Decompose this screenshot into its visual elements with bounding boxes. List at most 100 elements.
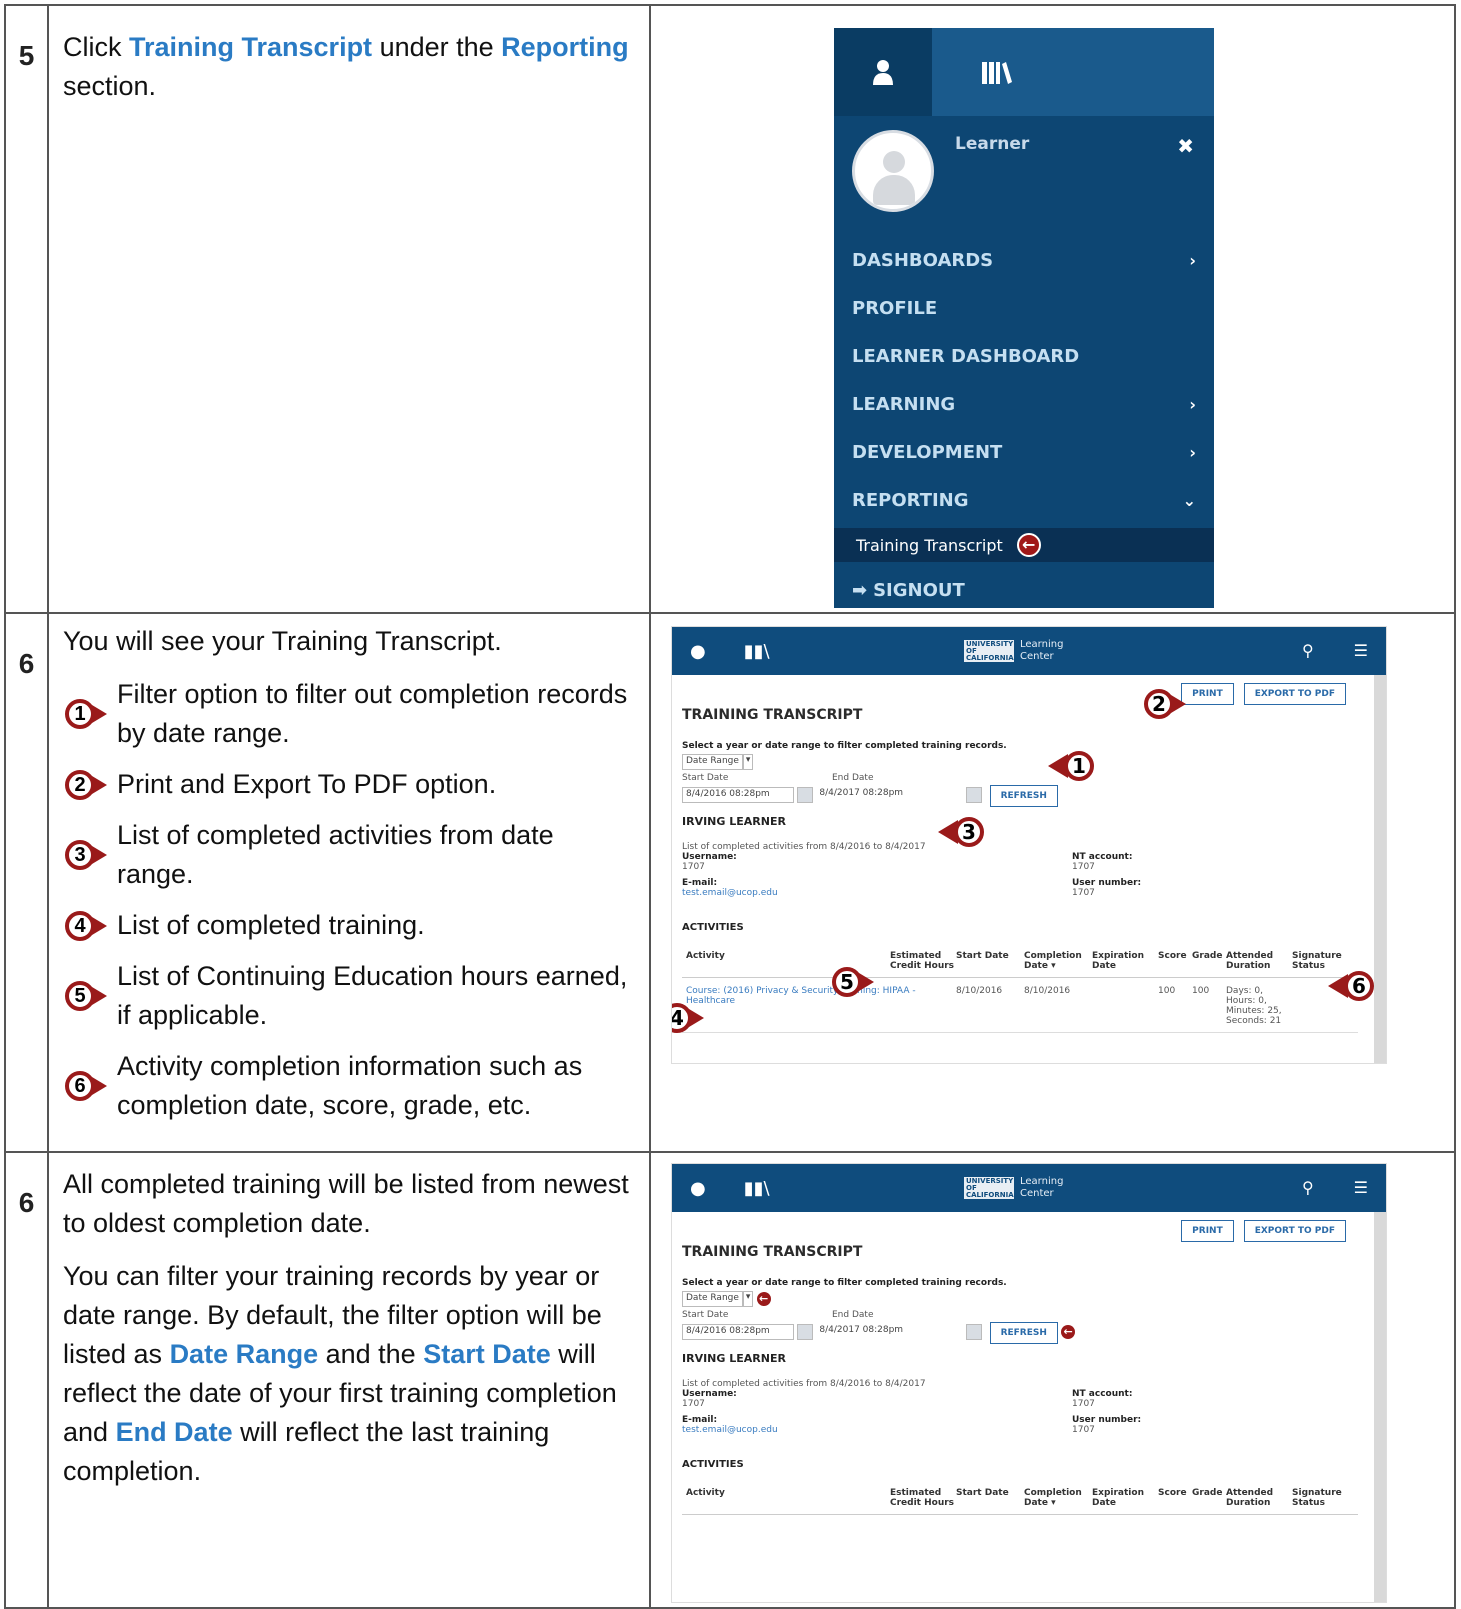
- transcript-page: ● ▮▮\ UNIVERSITY OF CALIFORNIA Learning Ce…: [671, 626, 1387, 1064]
- column-header: Grade: [1192, 951, 1223, 961]
- transcript-page: ● ▮▮\ UNIVERSITY OF CALIFORNIA Learning Ce…: [671, 1163, 1387, 1603]
- callout-3: 3 List of completed activities from date …: [63, 816, 635, 894]
- list-icon[interactable]: ☰: [1354, 641, 1368, 660]
- step-paragraph: You can filter your training records by …: [63, 1261, 617, 1486]
- activities-header: Activity Estimated Credit Hours Start Da…: [682, 1478, 1358, 1515]
- column-header[interactable]: Completion Date ▾: [1024, 1488, 1092, 1508]
- signout-icon: ➡: [852, 579, 868, 601]
- column-header: Start Date: [956, 1488, 1009, 1498]
- filter-select[interactable]: Date Range: [682, 1291, 743, 1307]
- callout-text: List of completed activities from date r…: [117, 820, 554, 889]
- email-link[interactable]: test.email@ucop.edu: [682, 888, 1072, 898]
- signout-link[interactable]: ➡ SIGNOUT: [834, 566, 1214, 614]
- callout-text: Print and Export To PDF option.: [117, 769, 497, 799]
- callout-marker: 6: [63, 1069, 109, 1103]
- end-date-highlight: End Date: [115, 1417, 233, 1447]
- side-menu: Learner ✖ DASHBOARDS › PROFILE LEARNER DA…: [834, 28, 1214, 608]
- callout-marker: 3: [63, 838, 109, 872]
- start-date-input[interactable]: 8/4/2016 08:28pm: [682, 787, 794, 803]
- calendar-icon[interactable]: [966, 787, 983, 803]
- profile-header: Learner ✖: [834, 116, 1214, 236]
- calendar-icon[interactable]: [797, 787, 814, 803]
- print-button[interactable]: PRINT: [1181, 1220, 1234, 1242]
- transcript-screenshot-2: ● ▮▮\ UNIVERSITY OF CALIFORNIA Learning Ce…: [649, 1151, 1456, 1609]
- callout-marker: 2: [1142, 687, 1188, 721]
- calendar-icon[interactable]: [966, 1324, 983, 1340]
- menu-item-profile[interactable]: PROFILE: [834, 284, 1214, 332]
- username-label: Username:: [682, 852, 737, 862]
- step-text: under the: [372, 32, 502, 62]
- step-text: section.: [63, 71, 157, 101]
- menu-item-dashboards[interactable]: DASHBOARDS ›: [834, 236, 1214, 284]
- menu-item-label: PROFILE: [852, 297, 938, 319]
- learner-label: Learner: [955, 134, 1030, 154]
- end-date-label: End Date: [832, 773, 874, 783]
- end-date-input[interactable]: 8/4/2017 08:28pm: [816, 787, 928, 803]
- arrow-left-icon: ←: [756, 1292, 771, 1306]
- print-button[interactable]: PRINT: [1181, 683, 1234, 705]
- menu-screenshot: Learner ✖ DASHBOARDS › PROFILE LEARNER DA…: [649, 4, 1456, 614]
- menu-subitem-training-transcript[interactable]: Training Transcript ←: [834, 528, 1214, 562]
- chevron-right-icon: ›: [1189, 394, 1196, 414]
- export-pdf-button[interactable]: EXPORT TO PDF: [1243, 1220, 1346, 1242]
- callout-marker: 4: [63, 909, 109, 943]
- page-title: TRAINING TRANSCRIPT: [682, 707, 863, 723]
- dropdown-icon[interactable]: ▾: [742, 1291, 754, 1307]
- arrow-left-icon: ←: [1016, 533, 1041, 557]
- nt-value: 1707: [1072, 1399, 1095, 1409]
- start-date-input[interactable]: 8/4/2016 08:28pm: [682, 1324, 794, 1340]
- logo: UNIVERSITY OF CALIFORNIA Learning Center: [964, 639, 1064, 662]
- email-link[interactable]: test.email@ucop.edu: [682, 1425, 1072, 1435]
- menu-item-development[interactable]: DEVELOPMENT ›: [834, 428, 1214, 476]
- user-icon[interactable]: ●: [690, 641, 706, 662]
- step-description: You will see your Training Transcript. 1…: [47, 612, 651, 1153]
- refresh-button[interactable]: REFRESH: [989, 1322, 1058, 1344]
- library-tab[interactable]: [932, 28, 1214, 116]
- user-tab[interactable]: [834, 28, 932, 116]
- filter-select[interactable]: Date Range: [682, 754, 743, 770]
- transcript-body: PRINT EXPORT TO PDF TRAINING TRANSCRIPT …: [672, 675, 1386, 1063]
- callout-1: 1 Filter option to filter out completion …: [63, 675, 635, 753]
- step-number: 6: [4, 612, 49, 1153]
- user-icon: [873, 60, 893, 85]
- start-date-label: Start Date: [682, 773, 729, 783]
- logo: UNIVERSITY OF CALIFORNIA Learning Center: [964, 1176, 1064, 1199]
- refresh-button[interactable]: REFRESH: [989, 785, 1058, 807]
- usernum-label: User number:: [1072, 1415, 1142, 1425]
- scrollbar[interactable]: [1374, 675, 1386, 1063]
- menu-item-label: LEARNING: [852, 393, 956, 415]
- dropdown-icon[interactable]: ▾: [742, 754, 754, 770]
- list-icon[interactable]: ☰: [1354, 1178, 1368, 1197]
- end-date-input[interactable]: 8/4/2017 08:28pm: [816, 1324, 928, 1340]
- menu-item-reporting[interactable]: REPORTING ⌄: [834, 476, 1214, 524]
- date-range-highlight: Date Range: [169, 1339, 319, 1369]
- learner-name: IRVING LEARNER: [682, 1352, 786, 1365]
- menu-item-learning[interactable]: LEARNING ›: [834, 380, 1214, 428]
- chevron-down-icon: ⌄: [1182, 490, 1196, 510]
- library-icon[interactable]: ▮▮\: [744, 641, 770, 662]
- activity-link[interactable]: Course: (2016) Privacy & Security Traini…: [686, 986, 956, 1026]
- callout-marker: 6: [1328, 969, 1378, 1003]
- column-header: Signature Status: [1292, 1488, 1342, 1508]
- column-header: Start Date: [956, 951, 1009, 961]
- search-icon[interactable]: ⚲: [1302, 641, 1314, 660]
- close-icon[interactable]: ✖: [1177, 134, 1194, 158]
- export-pdf-button[interactable]: EXPORT TO PDF: [1243, 683, 1346, 705]
- column-header: Activity: [686, 1488, 725, 1498]
- step-description: Click Training Transcript under the Repo…: [47, 4, 651, 614]
- user-icon[interactable]: ●: [690, 1178, 706, 1199]
- step-text: Click: [63, 32, 129, 62]
- training-transcript-highlight: Training Transcript: [129, 32, 373, 62]
- column-header[interactable]: Completion Date ▾: [1024, 951, 1092, 971]
- menu-item-learner-dashboard[interactable]: LEARNER DASHBOARD: [834, 332, 1214, 380]
- step-paragraph: All completed training will be listed fr…: [63, 1169, 629, 1238]
- column-header: Score: [1158, 1488, 1187, 1498]
- library-icon[interactable]: ▮▮\: [744, 1178, 770, 1199]
- activities-header: Activity Estimated Credit Hours Start Da…: [682, 941, 1358, 978]
- step-description: All completed training will be listed fr…: [47, 1151, 651, 1609]
- calendar-icon[interactable]: [797, 1324, 814, 1340]
- search-icon[interactable]: ⚲: [1302, 1178, 1314, 1197]
- step-intro: You will see your Training Transcript.: [63, 626, 502, 656]
- scrollbar[interactable]: [1374, 1212, 1386, 1602]
- callout-text: List of completed training.: [117, 910, 425, 940]
